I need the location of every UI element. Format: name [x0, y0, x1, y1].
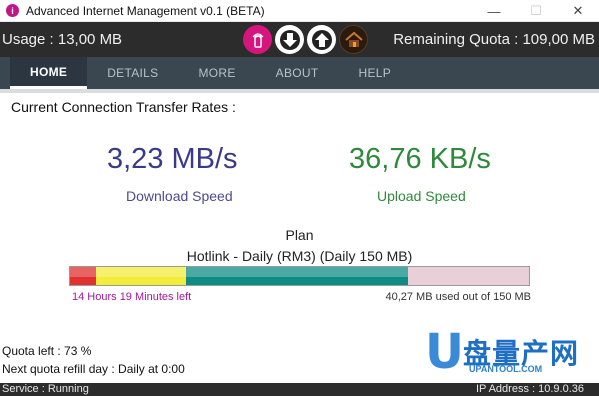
nav-divider: [0, 89, 599, 93]
used-of-text: 40,27 MB used out of 150 MB: [385, 291, 531, 303]
tab-home[interactable]: HOME: [10, 57, 88, 89]
remaining-quota-text: Remaining Quota : 109,00 MB: [393, 31, 595, 48]
quota-left-text: Quota left : 73 %: [2, 344, 92, 358]
upload-speed-value: 36,76 KB/s: [349, 143, 491, 175]
phone-icon[interactable]: [243, 25, 272, 54]
minimize-button[interactable]: —: [473, 0, 515, 22]
watermark-letter: U: [425, 324, 464, 380]
usage-text: Usage : 13,00 MB: [2, 31, 123, 48]
service-status: Service : Running: [2, 383, 89, 395]
upload-speed-label: Upload Speed: [377, 188, 466, 204]
tab-details[interactable]: DETAILS: [87, 57, 178, 89]
plan-title: Plan: [285, 227, 314, 243]
tab-help[interactable]: HELP: [338, 57, 411, 89]
download-speed-label: Download Speed: [126, 188, 233, 204]
refill-text: Next quota refill day : Daily at 0:00: [2, 362, 185, 376]
download-icon[interactable]: [275, 25, 304, 54]
home-icon[interactable]: [339, 25, 368, 54]
title-bar: i Advanced Internet Management v0.1 (BET…: [0, 0, 599, 22]
ip-address: IP Address : 10.9.0.36: [475, 383, 584, 395]
watermark-logo: U 盘量产网 UPANTOOL.COM: [425, 324, 595, 382]
download-speed-value: 3,23 MB/s: [107, 143, 238, 175]
close-button[interactable]: ✕: [557, 0, 599, 22]
window-controls: — ☐ ✕: [473, 0, 599, 22]
upload-icon[interactable]: [307, 25, 336, 54]
plan-name: Hotlink - Daily (RM3) (Daily 150 MB): [186, 248, 413, 264]
section-title: Current Connection Transfer Rates :: [11, 99, 236, 115]
status-bar: Usage : 13,00 MB Remaining Quota: 109,0…: [0, 22, 599, 57]
app-icon: i: [6, 4, 19, 17]
tab-about[interactable]: ABOUT: [256, 57, 339, 89]
footer-bar: Service : Running IP Address : 10.9.0.36: [0, 383, 599, 396]
action-icons: [243, 25, 368, 54]
progress-highlight: [70, 267, 408, 277]
tab-more[interactable]: MORE: [178, 57, 255, 89]
watermark-sub: UPANTOOL.COM: [469, 364, 543, 374]
quota-progress-bar: [69, 266, 530, 286]
time-left-text: 14 Hours 19 Minutes left: [72, 291, 192, 303]
maximize-button[interactable]: ☐: [515, 0, 557, 22]
main-nav: HOME DETAILS MORE ABOUT HELP: [0, 57, 599, 89]
window-title: Advanced Internet Management v0.1 (BETA): [26, 3, 265, 18]
